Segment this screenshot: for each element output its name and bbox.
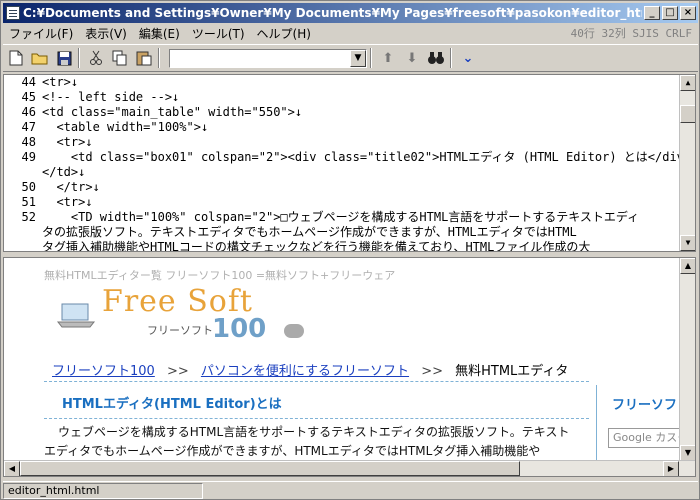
- code-line[interactable]: </tr>↓: [42, 180, 682, 195]
- laptop-icon: [56, 303, 96, 328]
- code-line[interactable]: <TD width="100%" colspan="2">□ウェブページを構成す…: [42, 210, 682, 225]
- code-editor[interactable]: 44 45 46 47 48 49 50 51 52 <tr>↓ <!-- left side -…: [3, 74, 696, 252]
- breadcrumb: フリーソフト100 >> パソコンを便利にするフリーソフト >> 無料HTMLエ…: [52, 360, 568, 379]
- preview-horizontal-scrollbar[interactable]: ◀ ▶: [4, 460, 695, 476]
- code-area[interactable]: <tr>↓ <!-- left side -->↓ <td class="main_…: [42, 75, 682, 251]
- sidebar-title: フリーソフト: [612, 398, 681, 413]
- breadcrumb-separator: >>: [166, 364, 189, 379]
- line-number: 49: [21, 150, 36, 164]
- line-number: 50: [21, 180, 36, 194]
- save-icon[interactable]: [53, 47, 75, 69]
- divider: [44, 418, 589, 419]
- code-line[interactable]: <td class="box01" colspan="2"><div class…: [42, 150, 682, 165]
- breadcrumb-separator: >>: [421, 364, 443, 379]
- line-number: 45: [21, 90, 36, 104]
- editor-vertical-scrollbar[interactable]: ▲ ▼: [679, 75, 695, 251]
- preview-content: 無料HTMLエディター覧 フリーソフト100 =無料ソフト+フリーウェア Fre…: [4, 258, 681, 461]
- line-number: [4, 165, 40, 180]
- scroll-thumb[interactable]: [20, 461, 520, 476]
- scroll-thumb[interactable]: [680, 105, 695, 123]
- status-filename: editor_html.html: [3, 482, 203, 499]
- menu-edit[interactable]: 編集(E): [133, 25, 186, 42]
- site-logo[interactable]: Free Soft フリーソフト 100: [52, 284, 304, 348]
- paste-icon[interactable]: [133, 47, 155, 69]
- code-line[interactable]: </td>↓: [42, 165, 682, 180]
- code-line[interactable]: <tr>↓: [42, 75, 682, 90]
- scroll-down-icon[interactable]: ▼: [680, 235, 695, 251]
- maximize-button[interactable]: □: [662, 6, 678, 20]
- mouse-icon: [284, 324, 304, 338]
- code-line[interactable]: <table width="100%">↓: [42, 120, 682, 135]
- code-line[interactable]: <!-- left side -->↓: [42, 90, 682, 105]
- top-caption: 無料HTMLエディター覧 フリーソフト100 =無料ソフト+フリーウェア: [44, 269, 396, 282]
- line-number: 51: [21, 195, 36, 209]
- preview-vertical-scrollbar[interactable]: ▲ ▼: [679, 258, 695, 461]
- scroll-down-icon[interactable]: ▼: [680, 445, 695, 461]
- code-line[interactable]: <tr>↓: [42, 135, 682, 150]
- html-preview-pane[interactable]: 無料HTMLエディター覧 フリーソフト100 =無料ソフト+フリーウェア Fre…: [3, 257, 696, 477]
- scroll-up-icon[interactable]: ▲: [680, 75, 695, 91]
- section-title: HTMLエディタ(HTML Editor)とは: [62, 397, 282, 412]
- new-file-icon[interactable]: [5, 47, 27, 69]
- line-number: 48: [21, 135, 36, 149]
- menu-view[interactable]: 表示(V): [79, 25, 133, 42]
- breadcrumb-link-home[interactable]: フリーソフト100: [52, 364, 155, 379]
- line-number: 46: [21, 105, 36, 119]
- binoculars-icon[interactable]: [425, 47, 447, 69]
- code-line[interactable]: タの拡張版ソフト。テキストエディタでもホームページ作成ができますが、HTMLエデ…: [42, 225, 682, 240]
- breadcrumb-link-category[interactable]: パソコンを便利にするフリーソフト: [201, 364, 409, 379]
- status-bar: editor_html.html: [3, 481, 698, 499]
- close-button[interactable]: ×: [680, 6, 696, 20]
- breadcrumb-current: 無料HTMLエディタ: [455, 364, 569, 379]
- google-search-input[interactable]: Google カスタ: [608, 428, 681, 448]
- menu-tools[interactable]: ツール(T): [186, 25, 251, 42]
- chevron-down-icon[interactable]: ▼: [350, 49, 366, 67]
- code-line[interactable]: タグ挿入補助機能やHTMLコードの構文チェックなどを行う機能を備えており、HTM…: [42, 240, 682, 251]
- scroll-right-icon[interactable]: ▶: [663, 461, 679, 476]
- menu-bar: ファイル(F) 表示(V) 編集(E) ツール(T) ヘルプ(H) 40行 32…: [3, 23, 698, 43]
- line-number: 47: [21, 120, 36, 134]
- minimize-button[interactable]: _: [644, 6, 660, 20]
- title-bar[interactable]: C:¥Documents and Settings¥Owner¥My Docum…: [3, 3, 698, 23]
- open-folder-icon[interactable]: [29, 47, 51, 69]
- document-icon: [6, 6, 20, 20]
- divider: [44, 381, 589, 382]
- body-line: ウェブページを構成するHTML言語をサポートするテキストエディタの拡張版ソフト。…: [58, 425, 570, 439]
- arrow-down-icon[interactable]: ⬇: [401, 47, 423, 69]
- line-number-gutter: 44 45 46 47 48 49 50 51 52: [4, 75, 40, 251]
- logo-number: 100: [212, 314, 267, 344]
- window-title: C:¥Documents and Settings¥Owner¥My Docum…: [23, 6, 642, 20]
- search-combobox[interactable]: ▼: [169, 48, 367, 68]
- toolbar-separator: [78, 48, 80, 68]
- toolbar-separator: [158, 48, 160, 68]
- cut-icon[interactable]: [85, 47, 107, 69]
- logo-subtext: フリーソフト: [147, 324, 213, 337]
- line-number: [4, 240, 40, 251]
- cursor-status: 40行 32列 SJIS CRLF: [570, 27, 692, 40]
- arrow-up-icon[interactable]: ⬆: [377, 47, 399, 69]
- scroll-left-icon[interactable]: ◀: [4, 461, 20, 476]
- chevron-down-icon[interactable]: ⌄: [457, 47, 479, 69]
- toolbar-separator: [450, 48, 452, 68]
- line-number: [4, 225, 40, 240]
- toolbar: ▼ ⬆ ⬇ ⌄: [3, 44, 698, 72]
- copy-icon[interactable]: [109, 47, 131, 69]
- toolbar-separator: [370, 48, 372, 68]
- line-number: 52: [21, 210, 36, 224]
- application-window: C:¥Documents and Settings¥Owner¥My Docum…: [0, 0, 700, 500]
- menu-help[interactable]: ヘルプ(H): [251, 25, 317, 42]
- line-number: 44: [21, 75, 36, 89]
- body-line: エディタでもホームページ作成ができますが、HTMLエディタではHTMLタグ挿入補…: [44, 444, 541, 458]
- menu-file[interactable]: ファイル(F): [3, 25, 79, 42]
- code-line[interactable]: <tr>↓: [42, 195, 682, 210]
- scroll-up-icon[interactable]: ▲: [680, 258, 695, 274]
- body-paragraph: ウェブページを構成するHTML言語をサポートするテキストエディタの拡張版ソフト。…: [44, 423, 589, 461]
- search-input[interactable]: [170, 49, 350, 67]
- code-line[interactable]: <td class="main_table" width="550">↓: [42, 105, 682, 120]
